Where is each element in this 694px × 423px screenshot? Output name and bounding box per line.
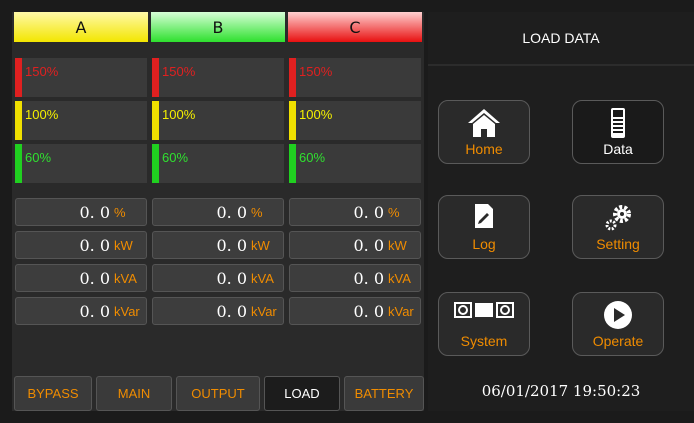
reading-cell: 0. 0%: [152, 198, 284, 226]
reading-unit: %: [388, 205, 400, 220]
load-level-cell: 150%: [151, 57, 285, 98]
log-button[interactable]: Log: [438, 195, 530, 259]
level-indicator-strip: [152, 58, 159, 97]
reading-value: 0. 0: [79, 269, 110, 288]
datetime-display: 06/01/2017 19:50:23: [481, 382, 641, 400]
play-icon: [573, 299, 663, 331]
reading-value: 0. 0: [216, 236, 247, 255]
reading-unit: kVA: [114, 271, 137, 286]
section-tabs: BYPASS MAIN OUTPUT LOAD BATTERY: [12, 376, 424, 411]
reading-cell: 0. 0 kVA: [152, 264, 284, 292]
phase-c-header: C: [288, 12, 422, 42]
system-icon: [439, 299, 529, 331]
reading-cell: 0. 0 kVA: [289, 264, 421, 292]
system-button[interactable]: System: [438, 292, 530, 356]
reading-unit: kW: [251, 238, 270, 253]
reading-value: 0. 0: [79, 236, 110, 255]
load-panel: A B C 150% 150% 150% 100% 100% 100% 60% 60% 60% …: [12, 12, 424, 411]
load-level-cell: 100%: [288, 100, 422, 141]
level-indicator-strip: [15, 58, 22, 97]
level-indicator-strip: [289, 58, 296, 97]
level-indicator-strip: [289, 101, 296, 140]
reading-cell: 0. 0 kW: [289, 231, 421, 259]
load-level-cell: 100%: [14, 100, 148, 141]
level-label: 150%: [299, 64, 333, 79]
level-indicator-strip: [152, 101, 159, 140]
ups-screen: A B C 150% 150% 150% 100% 100% 100% 60% 60% 60% …: [0, 0, 694, 423]
tab-output[interactable]: OUTPUT: [176, 376, 260, 411]
level-label: 60%: [162, 150, 189, 165]
level-label: 60%: [299, 150, 326, 165]
reading-unit: kVA: [388, 271, 411, 286]
reading-unit: kW: [388, 238, 407, 253]
reading-cell: 0. 0%: [15, 198, 147, 226]
reading-value: 0. 0: [353, 302, 384, 321]
level-label: 60%: [25, 150, 52, 165]
operate-button[interactable]: Operate: [572, 292, 664, 356]
home-label: Home: [465, 141, 503, 157]
reading-unit: %: [251, 205, 263, 220]
data-icon: [573, 107, 663, 139]
level-indicator-strip: [15, 101, 22, 140]
level-indicator-strip: [289, 144, 296, 183]
reading-value: 0. 0: [353, 236, 384, 255]
load-level-cell: 150%: [288, 57, 422, 98]
setting-label: Setting: [596, 236, 640, 252]
level-label: 150%: [162, 64, 196, 79]
reading-value: 0. 0: [216, 203, 247, 222]
phase-b-header: B: [151, 12, 285, 42]
reading-cell: 0. 0 kVar: [152, 297, 284, 325]
reading-unit: %: [114, 205, 126, 220]
load-level-cell: 100%: [151, 100, 285, 141]
reading-unit: kVar: [388, 304, 414, 319]
reading-cell: 0. 0 kVar: [15, 297, 147, 325]
reading-unit: kVar: [251, 304, 277, 319]
operate-label: Operate: [592, 333, 644, 349]
control-panel: LOAD DATA Home Data Log Setting System O…: [428, 12, 694, 411]
system-label: System: [460, 333, 508, 349]
level-label: 150%: [25, 64, 59, 79]
gears-icon: [573, 202, 663, 234]
reading-cell: 0. 0 kVar: [289, 297, 421, 325]
panel-title: LOAD DATA: [428, 12, 694, 66]
tab-bypass[interactable]: BYPASS: [14, 376, 92, 411]
reading-value: 0. 0: [353, 203, 384, 222]
reading-value: 0. 0: [216, 302, 247, 321]
tab-main[interactable]: MAIN: [96, 376, 172, 411]
level-label: 100%: [162, 107, 196, 122]
reading-cell: 0. 0 kW: [15, 231, 147, 259]
reading-cell: 0. 0 kW: [152, 231, 284, 259]
reading-value: 0. 0: [353, 269, 384, 288]
setting-button[interactable]: Setting: [572, 195, 664, 259]
reading-value: 0. 0: [79, 302, 110, 321]
reading-cell: 0. 0%: [289, 198, 421, 226]
tab-load[interactable]: LOAD: [264, 376, 340, 411]
reading-value: 0. 0: [216, 269, 247, 288]
log-icon: [439, 202, 529, 234]
phase-a-header: A: [14, 12, 148, 42]
level-label: 100%: [25, 107, 59, 122]
reading-cell: 0. 0 kVA: [15, 264, 147, 292]
load-level-cell: 60%: [14, 143, 148, 184]
load-level-cell: 60%: [288, 143, 422, 184]
data-button[interactable]: Data: [572, 100, 664, 164]
load-level-cell: 150%: [14, 57, 148, 98]
level-indicator-strip: [15, 144, 22, 183]
reading-unit: kVar: [114, 304, 140, 319]
home-icon: [439, 107, 529, 139]
load-level-cell: 60%: [151, 143, 285, 184]
home-button[interactable]: Home: [438, 100, 530, 164]
level-indicator-strip: [152, 144, 159, 183]
reading-unit: kVA: [251, 271, 274, 286]
reading-unit: kW: [114, 238, 133, 253]
tab-battery[interactable]: BATTERY: [344, 376, 424, 411]
reading-value: 0. 0: [79, 203, 110, 222]
log-label: Log: [472, 236, 496, 252]
data-label: Data: [603, 141, 633, 157]
level-label: 100%: [299, 107, 333, 122]
